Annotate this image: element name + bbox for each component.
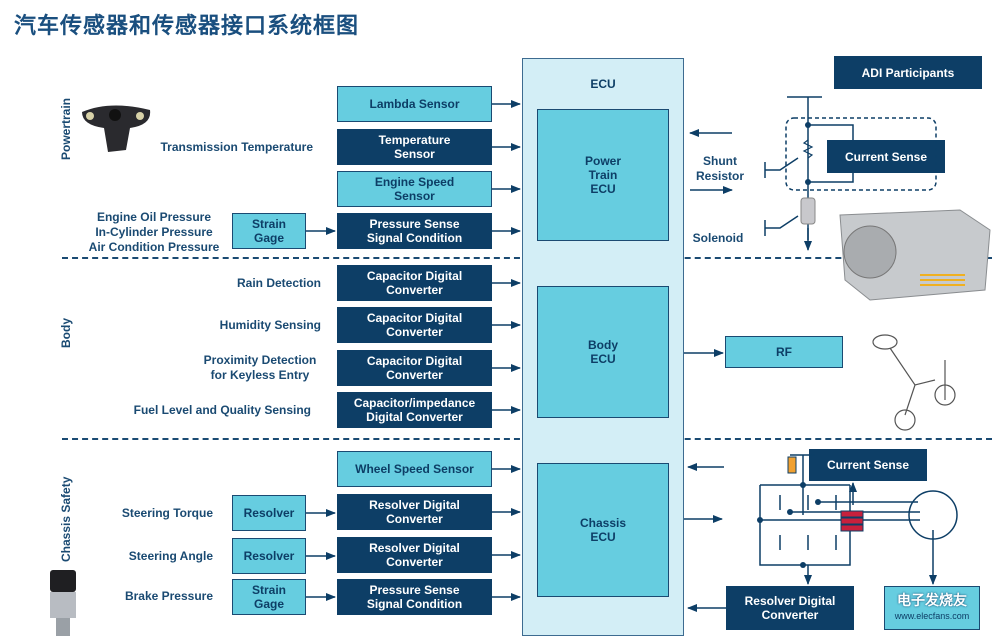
- solenoid-control-line: [764, 215, 799, 236]
- section-label-body: Body: [59, 318, 73, 348]
- phase-lines: [760, 501, 920, 521]
- body-converter-3: Capacitor/impedance Digital Converter: [337, 392, 492, 428]
- body-ecu: Body ECU: [537, 286, 669, 418]
- transistor-symbols: [779, 495, 837, 550]
- current-sensor-icon: [840, 510, 864, 532]
- ecu-label: ECU: [590, 77, 616, 91]
- resolver-digital-converter-out: Resolver Digital Converter: [726, 586, 854, 630]
- body-label-2: Proximity Detection for Keyless Entry: [203, 353, 317, 382]
- body-converter-1: Capacitor Digital Converter: [337, 307, 492, 343]
- solenoid-icon: [800, 197, 816, 225]
- strain-gage-box: Strain Gage: [232, 213, 306, 249]
- section-label-chassis: Chassis Safety: [59, 476, 73, 562]
- chassis-shunt-icon: [787, 456, 797, 474]
- watermark-box: 电子发烧友 www.elecfans.com: [884, 586, 980, 630]
- ecu-block: ECU Power Train ECU Body ECU Chassis ECU: [522, 58, 684, 636]
- resolver-box-0: Resolver: [232, 495, 306, 531]
- rf-box: RF: [725, 336, 843, 368]
- resolver-converter-1: Resolver Digital Converter: [337, 537, 492, 573]
- resolver-box-1: Resolver: [232, 538, 306, 574]
- steering-suspension-illustration: [872, 334, 956, 431]
- adi-participants-legend: ADI Participants: [834, 56, 982, 89]
- pressure-sense-box: Pressure Sense Signal Condition: [337, 213, 492, 249]
- body-label-0: Rain Detection: [236, 276, 321, 290]
- shunt-control-line: [764, 157, 799, 178]
- engine-speed-sensor-box: Engine Speed Sensor: [337, 171, 492, 207]
- chassis-label-1: Steering Angle: [128, 549, 213, 563]
- shunt-rail: [787, 96, 822, 240]
- solenoid-label: Solenoid: [692, 231, 744, 245]
- pressure-sources-label: Engine Oil Pressure In-Cylinder Pressure…: [88, 210, 220, 254]
- watermark-text: 电子发烧友: [897, 592, 967, 608]
- resolver-converter-0: Resolver Digital Converter: [337, 494, 492, 530]
- current-sense-box-chassis: Current Sense: [809, 449, 927, 481]
- pressure-sense-box-chassis: Pressure Sense Signal Condition: [337, 579, 492, 615]
- body-converter-2: Capacitor Digital Converter: [337, 350, 492, 386]
- pressure-sensor-illustration: [50, 570, 76, 636]
- body-converter-0: Capacitor Digital Converter: [337, 265, 492, 301]
- lambda-sensor-box: Lambda Sensor: [337, 86, 492, 122]
- wheel-speed-sensor-box: Wheel Speed Sensor: [337, 451, 492, 487]
- strain-gage-box-chassis: Strain Gage: [232, 579, 306, 615]
- powertrain-ecu: Power Train ECU: [537, 109, 669, 241]
- body-label-1: Humidity Sensing: [219, 318, 321, 332]
- resistor-symbol: [802, 139, 814, 159]
- watermark-url: www.elecfans.com: [894, 611, 970, 621]
- motor-symbol: [908, 490, 958, 540]
- current-sense-box-powertrain: Current Sense: [827, 140, 945, 173]
- body-label-3: Fuel Level and Quality Sensing: [133, 403, 311, 417]
- chassis-ecu: Chassis ECU: [537, 463, 669, 597]
- chassis-label-2: Brake Pressure: [124, 589, 213, 603]
- transmission-illustration: [839, 209, 991, 301]
- transmission-temp-label: Transmission Temperature: [160, 140, 314, 154]
- map-sensor-illustration: [82, 105, 151, 152]
- shunt-resistor-label: Shunt Resistor: [695, 154, 745, 183]
- inverter-bridge: [759, 484, 851, 566]
- chassis-label-0: Steering Torque: [121, 506, 213, 520]
- page-title: 汽车传感器和传感器接口系统框图: [14, 14, 360, 39]
- section-label-powertrain: Powertrain: [59, 97, 73, 160]
- temperature-sensor-box: Temperature Sensor: [337, 129, 492, 165]
